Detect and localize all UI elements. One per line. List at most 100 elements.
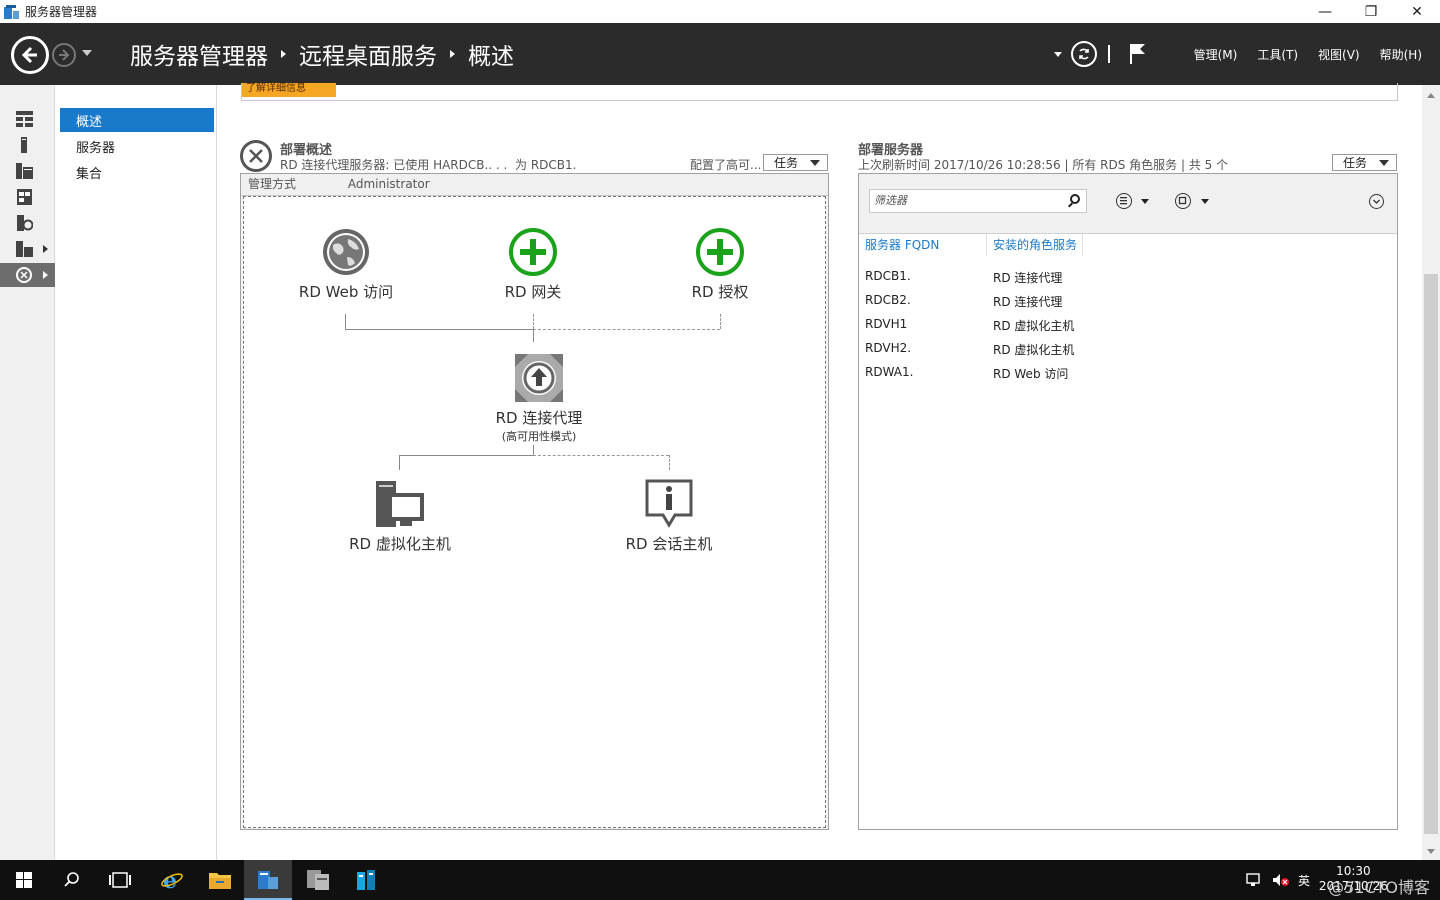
network-icon[interactable] [1246,873,1264,887]
tasks-label: 任务 [774,156,799,170]
volume-muted-icon[interactable] [1272,873,1290,887]
scrollbar-thumb[interactable] [1424,274,1438,834]
connector-line [345,329,533,330]
rd-web-access-label: RD Web 访问 [298,283,394,301]
close-button[interactable]: ✕ [1394,0,1440,23]
menu-manage[interactable]: 管理(M) [1194,46,1238,63]
globe-icon [323,229,369,275]
session-host-info-icon [645,479,693,528]
menu-tools[interactable]: 工具(T) [1257,46,1298,63]
chevron-down-icon [810,160,820,166]
breadcrumb-overview[interactable]: 概述 [468,37,514,71]
subnav-item-servers[interactable]: 服务器 [60,134,214,158]
scroll-down-icon[interactable] [1427,849,1435,854]
rail-remote-desktop[interactable] [0,263,55,287]
ime-indicator[interactable]: 英 [1298,872,1310,889]
forward-arrow-icon [59,49,70,61]
divider [1107,45,1110,63]
internet-explorer-button[interactable]: e [148,860,196,900]
menu-help[interactable]: 帮助(H) [1380,46,1422,63]
deployment-tasks-dropdown[interactable]: 任务 [763,154,828,171]
iis-icon [17,215,33,231]
subnav-item-collections[interactable]: 集合 [60,160,214,184]
manage-as-user: Administrator [347,177,430,191]
list-options-icon[interactable] [1116,193,1132,209]
server-manager-taskbar-button[interactable] [244,860,292,900]
servers-tasks-dropdown[interactable]: 任务 [1332,154,1397,171]
title-bar: 服务器管理器 — ❐ ✕ [0,0,1440,23]
rd-virtualization-host-node[interactable]: RD 虚拟化主机 [330,479,470,554]
rd-connection-broker-node[interactable]: RD 连接代理 (高可用性模式) [479,353,599,444]
search-button[interactable] [48,860,96,900]
menu-view[interactable]: 视图(V) [1318,46,1360,63]
rail-all-servers[interactable] [0,159,55,183]
breadcrumb-rds[interactable]: 远程桌面服务 [299,37,437,71]
rd-session-host-node[interactable]: RD 会话主机 [599,479,739,554]
filter-input[interactable]: 筛选器 [869,189,1087,213]
vertical-scrollbar[interactable] [1422,85,1440,860]
minimize-button[interactable]: — [1302,0,1348,23]
server-icon [21,137,27,153]
server-fqdn[interactable]: RDWA1. [865,365,913,379]
server-fqdn[interactable]: RDCB1. [865,269,911,283]
collapse-toolbar-icon[interactable] [1369,194,1384,209]
column-header-fqdn[interactable]: 服务器 FQDN [859,234,987,256]
notifications-flag-icon[interactable] [1128,43,1146,65]
rds-taskbar-button[interactable] [342,860,390,900]
server-fqdn[interactable]: RDVH1 [865,317,907,331]
watermark-text: @51CTO博客 [1328,878,1430,897]
search-icon[interactable] [1070,194,1080,204]
chevron-down-icon[interactable] [1141,199,1149,204]
column-header-roles[interactable]: 安装的角色服务 [987,234,1083,256]
filter-placeholder: 筛选器 [874,194,907,207]
remote-desktop-icon [16,267,32,283]
start-button[interactable] [0,860,48,900]
server-fqdn[interactable]: RDVH2. [865,341,911,355]
chevron-down-icon[interactable] [1201,199,1209,204]
rail-file-services[interactable] [0,185,55,209]
expand-arrow-icon[interactable] [43,271,48,279]
deployment-overview-icon [240,140,272,172]
scroll-up-icon[interactable] [1427,93,1435,98]
window-title: 服务器管理器 [25,5,98,19]
learn-more-link[interactable]: 了解详细信息 [242,83,336,97]
hyperv-taskbar-button[interactable] [294,860,342,900]
back-button[interactable] [11,36,49,74]
storage-icon [17,189,32,205]
chevron-down-icon [1379,160,1389,166]
save-query-icon[interactable] [1175,193,1191,209]
rail-local-server[interactable] [0,133,55,157]
connection-broker-icon [515,354,563,402]
forward-button[interactable] [52,43,76,67]
breadcrumb-separator-icon [450,50,455,58]
rail-iis[interactable] [0,211,55,235]
history-dropdown-icon[interactable] [82,50,92,56]
expand-arrow-icon[interactable] [43,245,48,253]
manage-as-label: 管理方式 [248,177,297,191]
chevron-down-icon[interactable] [1053,51,1062,57]
connector-line [345,314,346,329]
server-fqdn[interactable]: RDCB2. [865,293,911,307]
connector-line [533,455,669,456]
restore-button[interactable]: ❐ [1348,0,1394,23]
windows-logo-icon [16,872,32,888]
breadcrumb-server-manager[interactable]: 服务器管理器 [130,37,268,71]
rd-licensing-label: RD 授权 [691,283,749,301]
internet-explorer-icon: e [161,868,183,892]
deployment-overview-subtitle: RD 连接代理服务器: 已使用 HARDCB.‌. ‌. ‌. ‌ 为 RDCB… [280,158,577,172]
connector-line [533,314,534,329]
main-content: 了解详细信息 部署概述 RD 连接代理服务器: 已使用 HARDCB.‌. ‌.… [217,83,1422,860]
rd-licensing-node[interactable]: RD 授权 [660,227,780,302]
subnav-item-overview[interactable]: 概述 [60,108,214,132]
rail-dashboard[interactable] [0,107,55,131]
rail-remote-access[interactable] [0,237,55,261]
file-explorer-button[interactable] [196,860,244,900]
deployment-overview-panel: 管理方式 Administrator RD Web 访问 RD 网关 RD 授权… [240,173,829,830]
back-arrow-icon [21,46,37,64]
task-view-button[interactable] [96,860,144,900]
rd-web-access-node[interactable]: RD Web 访问 [286,227,406,302]
rd-gateway-node[interactable]: RD 网关 [473,227,593,302]
rd-connection-broker-label: RD 连接代理 [495,409,583,427]
refresh-button[interactable] [1070,41,1097,67]
folder-icon [209,873,231,889]
